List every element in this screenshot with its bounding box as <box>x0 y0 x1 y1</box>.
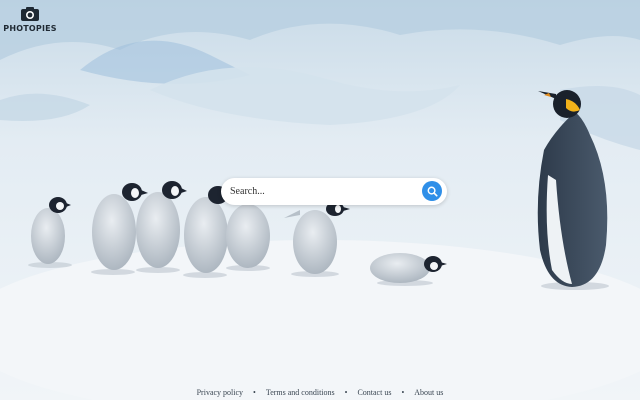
search-bar <box>221 178 447 205</box>
contact-us-link[interactable]: Contact us <box>355 388 393 397</box>
privacy-policy-link[interactable]: Privacy policy <box>195 388 245 397</box>
terms-link[interactable]: Terms and conditions <box>264 388 337 397</box>
search-input[interactable] <box>230 181 420 202</box>
logo-text: PHOTOPIES <box>3 24 57 33</box>
search-button[interactable] <box>422 181 442 201</box>
logo[interactable]: PHOTOPIES <box>3 4 57 40</box>
footer-separator: • <box>344 387 348 397</box>
camera-icon <box>21 7 39 21</box>
footer: Privacy policy • Terms and conditions • … <box>0 386 640 398</box>
footer-separator: • <box>253 387 256 397</box>
footer-separator: • <box>401 387 405 397</box>
search-icon <box>427 186 438 197</box>
about-us-link[interactable]: About us <box>412 388 445 397</box>
